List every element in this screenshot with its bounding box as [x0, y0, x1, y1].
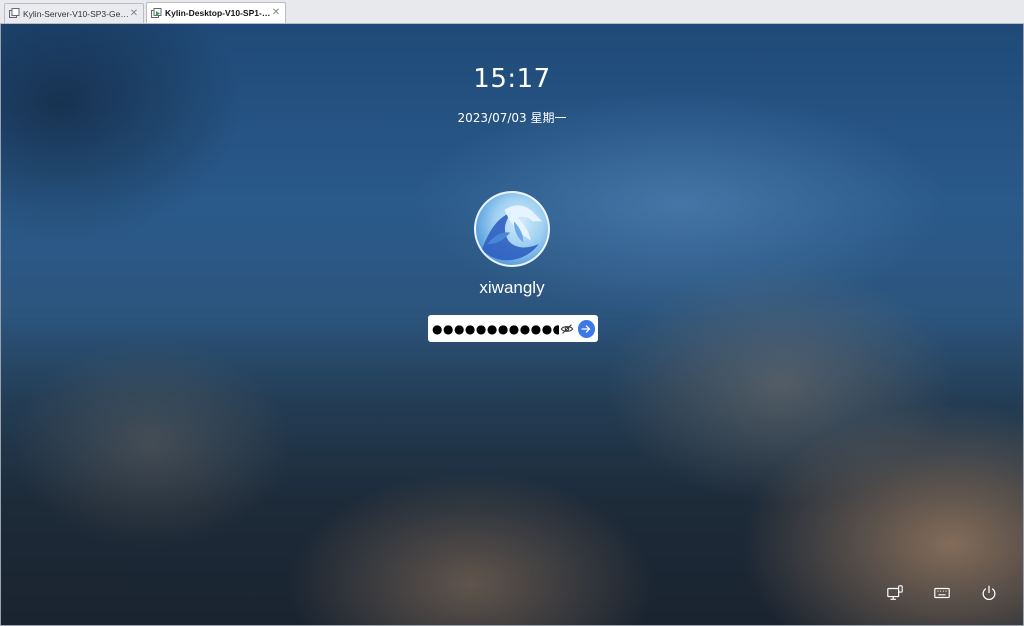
username: xiwangly — [479, 278, 545, 297]
lock-bottom-bar — [885, 583, 999, 603]
close-icon[interactable]: ✕ — [129, 8, 139, 19]
vm-tab-bar: Kylin-Server-V10-SP3-General-... ✕ Kylin… — [0, 0, 1024, 24]
password-input[interactable]: ●●●●●●●●●●●● — [432, 322, 559, 336]
vm-icon — [9, 8, 20, 19]
user-avatar[interactable] — [474, 191, 550, 267]
tab-kylin-server[interactable]: Kylin-Server-V10-SP3-General-... ✕ — [4, 3, 144, 23]
tab-kylin-desktop[interactable]: Kylin-Desktop-V10-SP1-H... ✕ — [146, 2, 286, 23]
lock-clock: 15:17 — [473, 64, 551, 94]
vm-running-icon — [151, 7, 162, 19]
eye-icon[interactable] — [559, 321, 574, 337]
network-display-icon[interactable] — [885, 583, 905, 603]
tab-label: Kylin-Desktop-V10-SP1-H... — [165, 8, 271, 18]
close-icon[interactable]: ✕ — [271, 8, 281, 18]
login-submit-button[interactable] — [577, 319, 595, 338]
password-field[interactable]: ●●●●●●●●●●●● — [428, 315, 598, 342]
lock-date: 2023/07/03 星期一 — [457, 111, 567, 125]
dragon-avatar-icon — [481, 205, 543, 261]
lock-screen: 15:17 2023/07/03 星期一 xiwangly ●●●●●●●●●●… — [1, 24, 1023, 625]
arrow-right-icon — [581, 324, 591, 333]
tab-label: Kylin-Server-V10-SP3-General-... — [23, 8, 129, 19]
keyboard-icon[interactable] — [932, 583, 952, 603]
power-icon[interactable] — [979, 583, 999, 603]
